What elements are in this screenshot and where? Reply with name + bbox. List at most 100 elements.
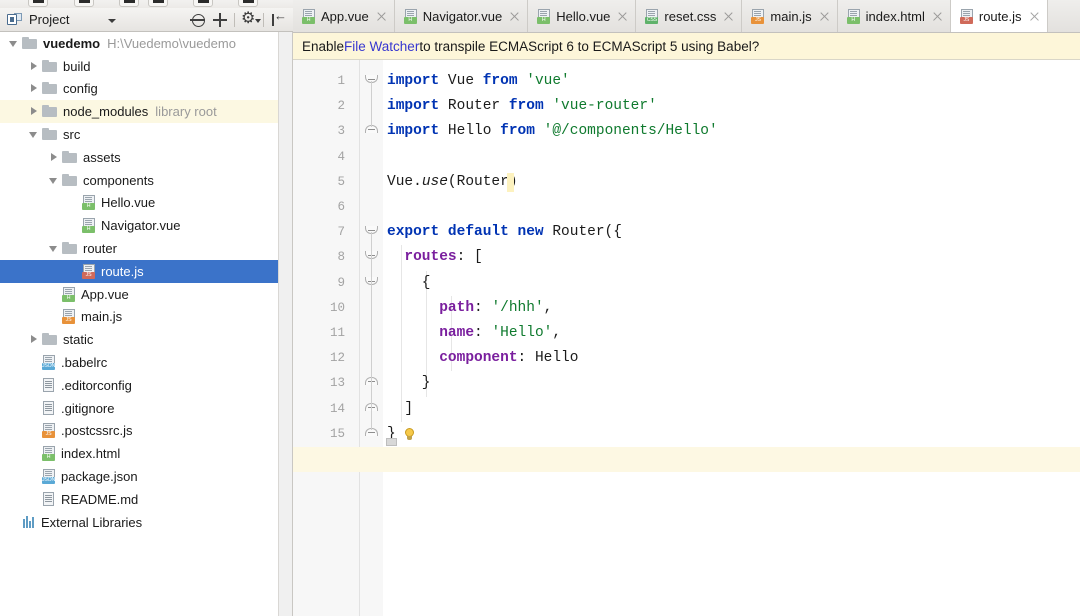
tree-item-main-js[interactable]: JS main.js	[0, 306, 278, 329]
code-fold-region-line	[371, 81, 372, 128]
tree-item-label: node_modules	[63, 104, 149, 120]
close-icon[interactable]	[1029, 11, 1040, 22]
tab-main-js[interactable]: JS main.js	[742, 0, 838, 32]
tree-twisty-empty	[69, 197, 80, 208]
tree-item--gitignore[interactable]: .gitignore	[0, 397, 278, 420]
tree-item-label: main.js	[81, 309, 123, 325]
code-token: import	[387, 73, 440, 89]
project-panel-header: Project	[0, 8, 293, 32]
toolbar-button-3[interactable]	[119, 0, 139, 7]
tree-item-external-libraries[interactable]: External Libraries	[0, 511, 278, 534]
tree-item-package-json[interactable]: JSON package.json	[0, 465, 278, 488]
tree-item-navigator-vue[interactable]: H Navigator.vue	[0, 214, 278, 237]
chevron-down-icon[interactable]	[9, 38, 20, 49]
hide-panel-icon[interactable]	[267, 8, 289, 31]
tab-index-html[interactable]: Hindex.html	[838, 0, 951, 32]
tab-app-vue[interactable]: H App.vue	[293, 0, 395, 32]
tree-item-src[interactable]: src	[0, 123, 278, 146]
file-icon-css: CSS	[645, 8, 659, 24]
line-number-gutter[interactable]: 12345678910111213141516	[293, 60, 360, 616]
code-token: from	[482, 73, 518, 89]
tree-item-label: App.vue	[81, 286, 129, 302]
tree-twisty-empty	[69, 220, 80, 231]
code-token: from	[500, 123, 535, 140]
code-line-12: component: Hello	[387, 346, 578, 371]
tree-item-label: Hello.vue	[101, 195, 156, 211]
close-icon[interactable]	[509, 11, 520, 22]
tree-item--editorconfig[interactable]: .editorconfig	[0, 374, 278, 397]
tree-twisty-empty	[29, 380, 40, 391]
tree-item-router[interactable]: router	[0, 237, 278, 260]
current-line-highlight	[383, 447, 1080, 473]
tree-item-hello-vue[interactable]: H Hello.vue	[0, 192, 278, 215]
fold-region-marker	[386, 438, 397, 446]
close-icon[interactable]	[376, 11, 387, 22]
tree-item--postcssrc-js[interactable]: JS .postcssrc.js	[0, 420, 278, 443]
code-token: Hello	[439, 123, 501, 140]
gear-icon[interactable]	[238, 8, 261, 31]
tree-item-node-modules[interactable]: node_modules library root	[0, 100, 278, 124]
code-token: use	[421, 173, 448, 190]
collapse-all-icon[interactable]	[187, 9, 209, 31]
chevron-down-icon[interactable]	[49, 175, 60, 186]
code-text-area[interactable]: import Vue from 'vue' import Router from …	[383, 60, 1080, 616]
code-folding-gutter[interactable]	[360, 60, 383, 616]
folder-icon	[62, 242, 78, 255]
chevron-right-icon[interactable]	[29, 61, 40, 72]
tab-hello-vue[interactable]: H Hello.vue	[528, 0, 637, 32]
tree-item-components[interactable]: components	[0, 169, 278, 192]
tab-reset-css[interactable]: CSS reset.css	[636, 0, 743, 32]
tree-item-index-html[interactable]: Hindex.html	[0, 442, 278, 465]
tab-label: main.js	[770, 8, 812, 24]
tab-route-js[interactable]: JS route.js	[950, 0, 1048, 32]
chevron-right-icon[interactable]	[29, 83, 40, 94]
external-libraries-icon	[22, 515, 36, 529]
toolbar-button-1[interactable]	[28, 0, 48, 7]
tree-item-label: README.md	[61, 491, 139, 507]
expand-all-icon[interactable]	[209, 9, 231, 31]
code-token: name	[439, 325, 475, 341]
chevron-right-icon[interactable]	[29, 334, 40, 345]
code-line-14: ]	[387, 397, 413, 422]
toolbar-button-2[interactable]	[74, 0, 94, 7]
chevron-down-icon[interactable]	[29, 129, 40, 140]
toolbar-button-4[interactable]	[148, 0, 168, 7]
close-icon[interactable]	[617, 11, 628, 22]
tree-item-vuedemo[interactable]: vuedemo H:\Vuedemo\vuedemo	[0, 32, 278, 55]
toolbar-button-5[interactable]	[193, 0, 213, 7]
chevron-down-icon[interactable]	[108, 19, 116, 23]
tree-item-assets[interactable]: assets	[0, 146, 278, 169]
code-token: path	[439, 299, 475, 316]
close-icon[interactable]	[819, 11, 830, 22]
tree-item-static[interactable]: static	[0, 328, 278, 351]
tree-item-route-js[interactable]: JS route.js	[0, 259, 278, 283]
chevron-down-icon[interactable]	[49, 243, 60, 254]
tree-item-app-vue[interactable]: H App.vue	[0, 283, 278, 306]
code-editor[interactable]: 12345678910111213141516 import Vue from …	[293, 60, 1080, 616]
lightbulb-icon[interactable]	[403, 427, 416, 442]
code-line-13: }	[387, 371, 431, 396]
tab-navigator-vue[interactable]: H Navigator.vue	[395, 0, 529, 32]
project-tree[interactable]: vuedemo H:\Vuedemo\vuedemo build config node…	[0, 32, 279, 616]
file-watcher-link[interactable]: File Watcher	[344, 39, 419, 54]
tree-item-build[interactable]: build	[0, 55, 278, 78]
close-icon[interactable]	[723, 11, 734, 22]
tree-item-config[interactable]: config	[0, 78, 278, 101]
tree-item--babelrc[interactable]: JSON .babelrc	[0, 351, 278, 374]
tab-label: reset.css	[664, 8, 717, 24]
close-icon[interactable]	[932, 11, 943, 22]
file-icon-route: JS	[82, 263, 96, 279]
code-line-3: import Hello from '@/components/Hello'	[387, 119, 718, 144]
line-number: 13	[329, 376, 345, 391]
editor-tab-bar[interactable]: H App.vue H Navigator.vue H Hello.vue CSS reset…	[293, 0, 1080, 33]
panel-splitter[interactable]	[279, 32, 293, 616]
tree-item-label: components	[83, 172, 154, 188]
tree-twisty-empty	[9, 517, 20, 528]
chevron-right-icon[interactable]	[49, 152, 60, 163]
file-icon-js: JS	[751, 8, 765, 24]
tree-item-readme-md[interactable]: README.md	[0, 488, 278, 511]
toolbar-button-6[interactable]	[238, 0, 258, 7]
chevron-right-icon[interactable]	[29, 106, 40, 117]
